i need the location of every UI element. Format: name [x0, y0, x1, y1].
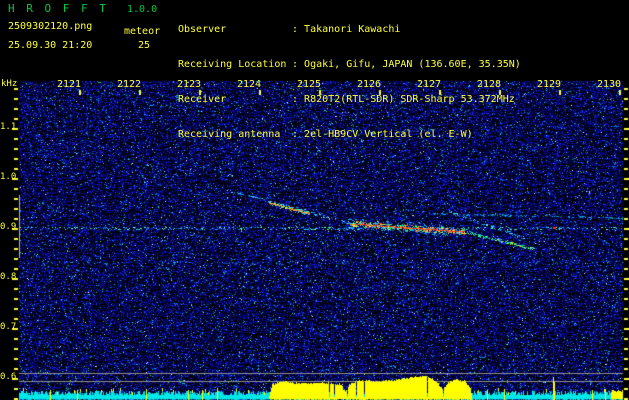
info-sep: :	[292, 129, 304, 140]
file-name: 2509302120.png	[8, 21, 92, 32]
info-value: Ogaki, Gifu, JAPAN (136.60E, 35.35N)	[304, 59, 521, 70]
station-info-block: Observer: Takanori Kawachi Receiving Loc…	[178, 2, 521, 153]
time-label: 2124	[237, 79, 261, 90]
freq-label: 1.1	[0, 123, 13, 133]
info-sep: :	[292, 94, 304, 105]
app-version: 1.0.0	[127, 4, 157, 15]
time-label: 2122	[117, 79, 141, 90]
info-value: R820T2(RTL-SDR) SDR-Sharp 53.372MHz	[304, 94, 515, 105]
freq-label: 1.0	[0, 173, 13, 183]
info-label: Receiver	[178, 94, 292, 105]
time-label: 2129	[537, 79, 561, 90]
info-sep: :	[292, 59, 304, 70]
time-label: 2127	[417, 79, 441, 90]
time-label: 2126	[357, 79, 381, 90]
time-label: 2125	[297, 79, 321, 90]
info-row-location: Receiving Location: Ogaki, Gifu, JAPAN (…	[178, 59, 521, 72]
freq-label: 0.9	[0, 223, 13, 233]
khz-unit-label: kHz	[1, 80, 17, 90]
freq-label: 0.6	[0, 373, 13, 383]
info-row-observer: Observer: Takanori Kawachi	[178, 24, 521, 37]
info-label: Receiving antenna	[178, 129, 292, 140]
timestamp-label: 25.09.30 21:20	[8, 40, 92, 51]
info-label: Observer	[178, 24, 292, 35]
time-label: 2128	[477, 79, 501, 90]
info-value: 2el-HB9CV Vertical (el. E-W)	[304, 129, 473, 140]
info-sep: :	[292, 24, 304, 35]
hrofft-screen: { "header": { "app_title": "H R O F F T"…	[0, 0, 629, 400]
info-label: Receiving Location	[178, 59, 292, 70]
mode-label: meteor	[124, 26, 160, 37]
freq-label: 0.8	[0, 273, 13, 283]
info-row-antenna: Receiving antenna: 2el-HB9CV Vertical (e…	[178, 129, 521, 142]
freq-label: 0.7	[0, 323, 13, 333]
time-label: 2123	[177, 79, 201, 90]
time-label: 2121	[57, 79, 81, 90]
info-row-receiver: Receiver: R820T2(RTL-SDR) SDR-Sharp 53.3…	[178, 94, 521, 107]
info-value: Takanori Kawachi	[304, 24, 400, 35]
time-label: 2130	[597, 79, 621, 90]
app-title: H R O F F T	[8, 3, 108, 15]
event-count: 25	[138, 40, 150, 51]
